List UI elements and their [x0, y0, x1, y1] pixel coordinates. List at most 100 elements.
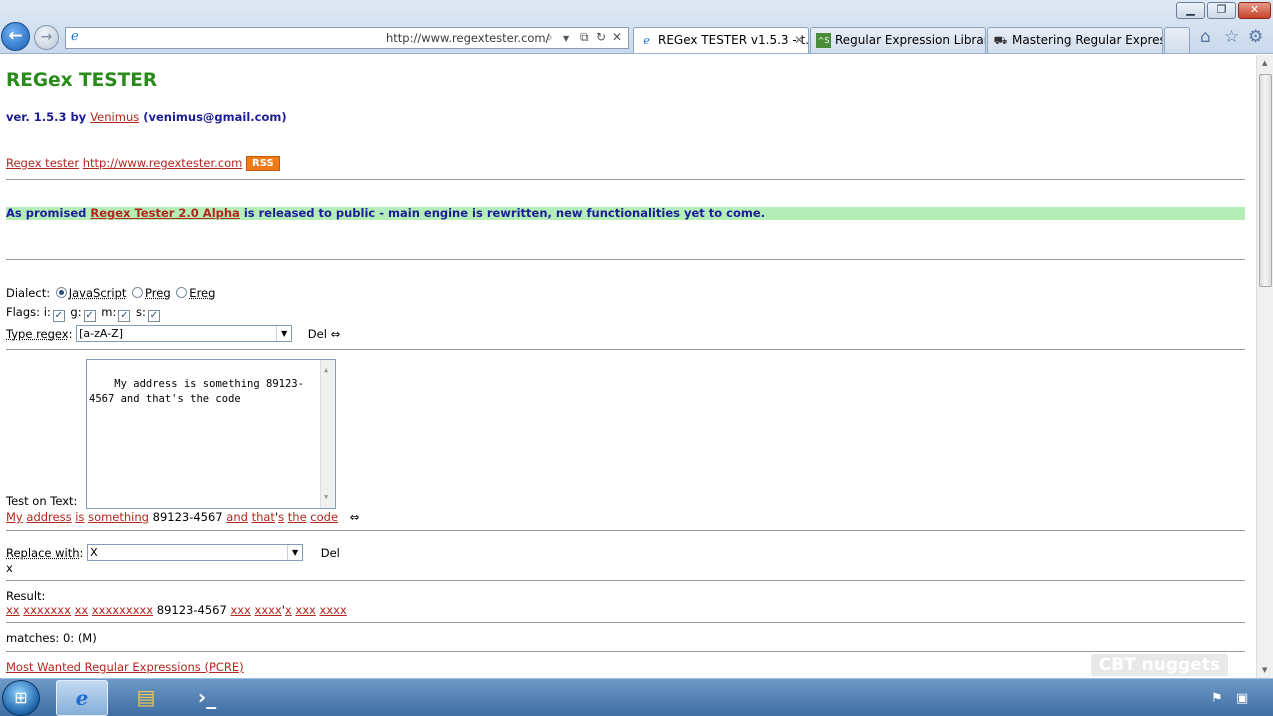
flag-m-label: m:: [101, 305, 117, 319]
flag-m-checkbox[interactable]: ✓: [118, 310, 131, 322]
tab-close-icon[interactable]: ✕: [794, 28, 804, 52]
replace-input[interactable]: X ▼: [87, 544, 304, 561]
refresh-icon[interactable]: ↻: [596, 30, 606, 44]
cbt-nuggets-watermark: CBT nuggets: [1090, 654, 1228, 676]
ie-page-icon: ℯ: [643, 34, 650, 47]
favorites-star-icon[interactable]: ☆: [1224, 27, 1239, 47]
powershell-icon[interactable]: ›_: [181, 680, 233, 716]
site-url-link[interactable]: http://www.regextester.com: [83, 156, 243, 170]
tab-mastering-regular-expressions[interactable]: ⛟ Mastering Regular Express...: [987, 27, 1163, 53]
dialect-preg-radio[interactable]: [132, 287, 144, 298]
close-icon: ✕: [1249, 3, 1260, 16]
result-match[interactable]: xxx: [295, 603, 315, 617]
match-highlight-tokens: My address is something 89123-4567 and t…: [6, 510, 338, 524]
back-button[interactable]: ←: [1, 22, 30, 51]
author-link[interactable]: Venimus: [90, 110, 139, 124]
tab-regex-tester[interactable]: ℯ REGex TESTER v1.5.3 - t... ✕: [633, 27, 809, 53]
scroll-down-arrow-icon[interactable]: ▼: [1262, 666, 1267, 674]
regex-input[interactable]: [a-zA-Z] ▼: [76, 325, 293, 342]
scroll-thumb[interactable]: [1259, 74, 1272, 287]
stop-icon[interactable]: ✕: [612, 30, 622, 44]
matches-count: matches: 0: (M): [6, 631, 97, 645]
result-match[interactable]: xx: [75, 603, 89, 617]
address-bar[interactable]: ℯ http://www.regextester.com/ ⌕ ▼ ⧉ ↻ ✕: [65, 27, 629, 49]
rss-badge[interactable]: RSS: [246, 156, 280, 171]
swap-icon[interactable]: ⇔: [350, 510, 360, 524]
regex-tester-link[interactable]: Regex tester: [6, 156, 79, 170]
replace-value[interactable]: X: [90, 546, 98, 559]
divider: [6, 349, 1245, 350]
highlight-match[interactable]: the: [288, 510, 307, 524]
result-match[interactable]: x: [285, 603, 292, 617]
action-center-flag-icon[interactable]: ⚑: [1211, 691, 1223, 706]
scroll-up-arrow-icon[interactable]: ▲: [324, 363, 328, 378]
result-match[interactable]: xxxxxxx: [23, 603, 71, 617]
divider: [6, 530, 1245, 531]
replace-with-label: Replace with: [6, 546, 80, 560]
tab-regular-expression-library[interactable]: ^S Regular Expression Library: [810, 27, 986, 53]
test-text-area[interactable]: My address is something 89123-4567 and t…: [86, 359, 336, 509]
internet-explorer-icon[interactable]: ℯ: [56, 680, 108, 716]
result-match[interactable]: xx: [6, 603, 20, 617]
swap-icon[interactable]: ⇔: [331, 327, 341, 341]
dialect-ereg-radio[interactable]: [176, 287, 188, 298]
most-wanted-link[interactable]: Most Wanted Regular Expressions (PCRE): [6, 660, 244, 674]
flag-s-checkbox[interactable]: ✓: [147, 310, 160, 322]
divider: [6, 651, 1245, 652]
page-scrollbar[interactable]: ▲ ▼: [1256, 55, 1273, 678]
textarea-scrollbar[interactable]: ▲ ▼: [320, 360, 335, 508]
highlight-match[interactable]: address: [26, 510, 71, 524]
highlight-match[interactable]: and: [226, 510, 248, 524]
windows-explorer-icon[interactable]: ▤: [120, 680, 172, 716]
minimize-button[interactable]: ▁: [1176, 2, 1205, 19]
oreilly-icon: ⛟: [993, 34, 1008, 47]
scroll-down-arrow-icon[interactable]: ▼: [324, 490, 328, 505]
flag-i-checkbox[interactable]: ✓: [52, 310, 65, 322]
regex-del-button[interactable]: Del: [308, 327, 327, 341]
flags-row: Flags: i: ✓ g: ✓ m: ✓ s: ✓: [6, 305, 162, 322]
regex-history-dropdown-icon[interactable]: ▼: [276, 326, 291, 341]
flag-g-checkbox[interactable]: ✓: [83, 310, 96, 322]
author-email: (venimus@gmail.com): [143, 110, 287, 124]
result-match[interactable]: xxxx: [319, 603, 346, 617]
restore-button[interactable]: ❐: [1207, 2, 1236, 19]
match-highlight-line: My address is something 89123-4567 and t…: [6, 510, 359, 524]
result-match[interactable]: xxxxxxxxx: [92, 603, 153, 617]
dialect-javascript-radio[interactable]: [55, 287, 67, 298]
dialect-preg-label[interactable]: Preg: [145, 286, 171, 300]
announcement-prefix: As promised: [6, 206, 87, 220]
flag-g-label: g:: [70, 305, 82, 319]
highlight-match[interactable]: that: [252, 510, 275, 524]
result-match[interactable]: xxxx: [255, 603, 282, 617]
compatibility-view-icon[interactable]: ⧉: [580, 30, 589, 45]
highlight-match[interactable]: My: [6, 510, 23, 524]
version-line: ver. 1.5.3 by Venimus (venimus@gmail.com…: [6, 110, 287, 124]
highlight-text: 89123-4567: [148, 510, 227, 524]
regex-value[interactable]: [a-zA-Z]: [79, 327, 123, 340]
replace-del-button[interactable]: Del: [321, 546, 340, 560]
close-window-button[interactable]: ✕: [1238, 2, 1271, 19]
search-icon[interactable]: ⌕: [546, 30, 553, 45]
forward-button[interactable]: →: [34, 25, 59, 50]
flag-s-label: s:: [136, 305, 146, 319]
dialect-ereg-label[interactable]: Ereg: [189, 286, 215, 300]
highlight-match[interactable]: something: [88, 510, 149, 524]
replace-history-dropdown-icon[interactable]: ▼: [287, 545, 302, 560]
new-tab-button[interactable]: [1164, 27, 1190, 53]
dropdown-arrow-icon[interactable]: ▼: [563, 34, 569, 43]
highlight-match[interactable]: code: [310, 510, 338, 524]
restore-icon: ❐: [1216, 3, 1227, 16]
windows-start-icon[interactable]: ⊞: [2, 680, 40, 716]
network-icon[interactable]: ▣: [1236, 691, 1248, 706]
regex-tester-2-link[interactable]: Regex Tester 2.0 Alpha: [90, 206, 239, 220]
test-text-value[interactable]: My address is something 89123-4567 and t…: [89, 378, 304, 405]
tab-label: Mastering Regular Express...: [1012, 33, 1162, 47]
home-icon[interactable]: ⌂: [1200, 27, 1211, 47]
result-match[interactable]: xxx: [230, 603, 250, 617]
tools-gear-icon[interactable]: ⚙: [1248, 27, 1263, 47]
address-url[interactable]: http://www.regextester.com/: [386, 31, 550, 45]
dialect-javascript-label[interactable]: JavaScript: [69, 286, 127, 300]
most-wanted-row: Most Wanted Regular Expressions (PCRE): [6, 660, 244, 674]
version-text: ver. 1.5.3 by: [6, 110, 87, 124]
scroll-up-arrow-icon[interactable]: ▲: [1262, 59, 1267, 67]
